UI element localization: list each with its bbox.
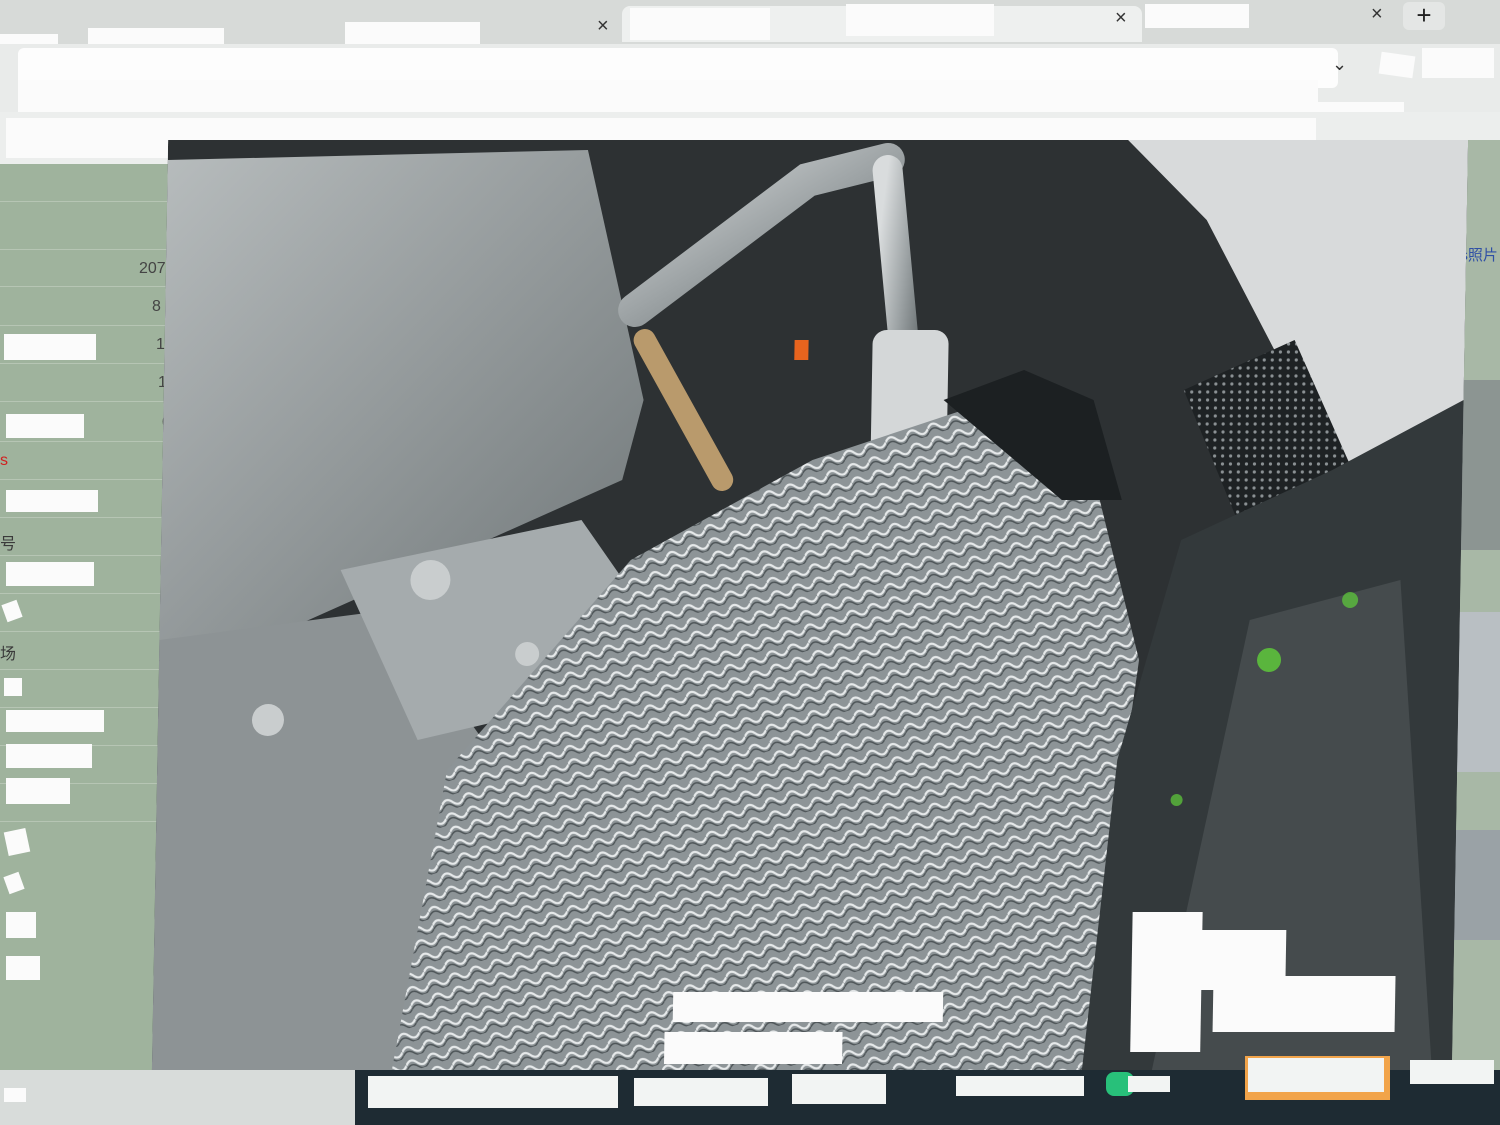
tab-redacted[interactable]: [1145, 4, 1249, 28]
bottom-button[interactable]: [956, 1076, 1084, 1096]
row-value: 207: [139, 260, 166, 277]
chevron-down-icon[interactable]: ⌄: [1332, 54, 1347, 75]
row-label: 号: [0, 536, 17, 553]
row-label-redacted: [6, 778, 70, 804]
row-label-redacted: [6, 414, 84, 438]
row-label: 场: [0, 646, 17, 663]
bottom-redacted: [4, 1088, 26, 1102]
row-label-redacted: [6, 490, 98, 512]
row-label-redacted: [6, 956, 40, 980]
row-label-redacted: [1, 599, 23, 623]
photo-watermark-redacted: [1130, 912, 1203, 1052]
photo-watermark-redacted: [1212, 976, 1396, 1032]
row-label-redacted: [6, 710, 104, 732]
address-bar-row: ⌄: [0, 44, 1500, 114]
monitor-screen: × × × + ⌄ 207 8 1 1 s 号 场 ps照片: [0, 0, 1500, 1125]
close-tab-icon[interactable]: ×: [1371, 4, 1383, 24]
row-label-redacted: [6, 744, 92, 768]
bookmarks-redacted[interactable]: [18, 80, 1318, 114]
toolbar-redacted[interactable]: [1378, 51, 1416, 79]
photo-caption-redacted: [663, 1032, 843, 1064]
tab-redacted[interactable]: [630, 8, 770, 40]
bottom-button[interactable]: [634, 1078, 768, 1106]
row-label-redacted: [4, 334, 96, 360]
tab-bar: × × × +: [0, 0, 1500, 56]
close-tab-icon[interactable]: ×: [1115, 8, 1127, 28]
main-photo-viewer[interactable]: [151, 140, 1469, 1070]
bottom-button[interactable]: [792, 1074, 886, 1104]
tab-redacted[interactable]: [345, 22, 480, 46]
photo-caption-redacted: [672, 992, 944, 1022]
close-tab-icon[interactable]: ×: [597, 16, 609, 36]
bottom-button[interactable]: [1128, 1076, 1170, 1092]
toolbar-redacted[interactable]: [1422, 48, 1494, 78]
bottom-button[interactable]: [1410, 1060, 1494, 1084]
row-value: 8: [152, 298, 161, 315]
new-tab-button[interactable]: +: [1403, 2, 1445, 30]
row-label-redacted: [4, 678, 22, 696]
row-label-redacted: [3, 827, 31, 857]
row-label-redacted: [6, 562, 94, 586]
row-label-redacted: [6, 912, 36, 938]
row-label-redacted: [3, 871, 25, 895]
bottom-button[interactable]: [368, 1076, 618, 1108]
bottom-toolbar-left: [0, 1070, 355, 1125]
tab-redacted[interactable]: [846, 4, 994, 36]
row-label-red: s: [0, 452, 8, 469]
bottom-button-label-redacted[interactable]: [1248, 1058, 1384, 1092]
